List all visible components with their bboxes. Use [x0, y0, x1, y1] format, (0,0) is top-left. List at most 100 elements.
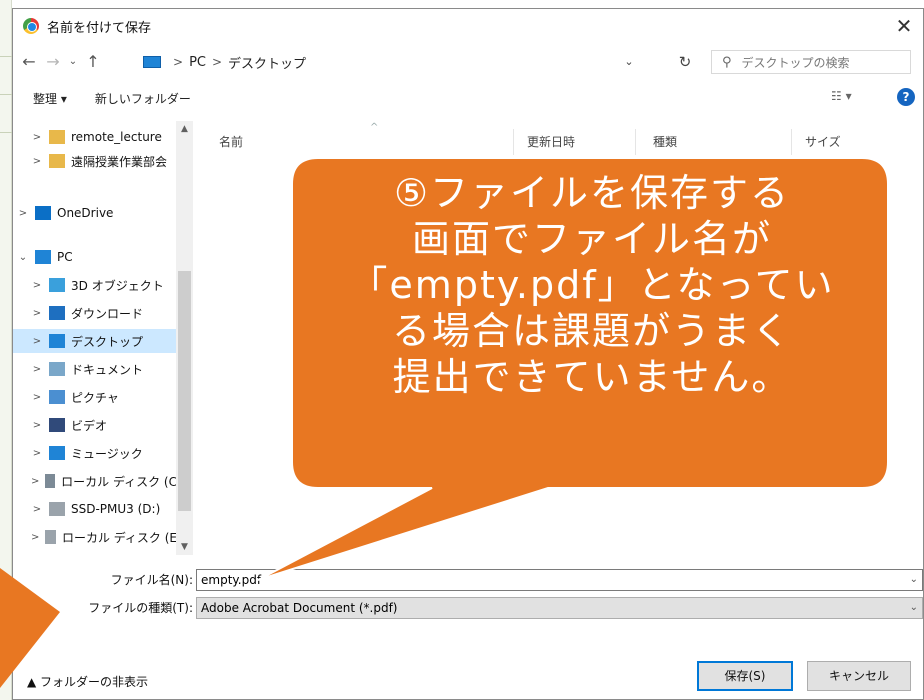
breadcrumb-separator: >	[173, 55, 184, 69]
recent-locations-icon[interactable]: ⌄	[65, 50, 81, 74]
refresh-icon[interactable]: ↻	[673, 49, 697, 75]
filename-dropdown-icon[interactable]: ⌄	[910, 570, 918, 590]
sidebar-item[interactable]: > OneDrive	[13, 201, 177, 225]
pc-icon	[35, 250, 51, 264]
sidebar-item-label: ピクチャ	[71, 390, 119, 405]
sidebar-item[interactable]: > remote_lecture	[13, 125, 177, 149]
sidebar-item[interactable]: > ドキュメント	[13, 357, 177, 381]
new-folder-button[interactable]: 新しいフォルダー	[95, 90, 191, 107]
up-arrow-icon[interactable]: ↑	[81, 50, 105, 74]
sidebar-item[interactable]: > ミュージック	[13, 441, 177, 465]
drive-icon	[45, 530, 56, 544]
monitor-icon	[143, 56, 161, 68]
chevron-icon[interactable]: >	[31, 336, 43, 347]
sidebar-item[interactable]: > ローカル ディスク (C	[13, 469, 177, 493]
chevron-icon[interactable]: >	[31, 280, 43, 291]
breadcrumb-desktop[interactable]: デスクトップ	[228, 53, 306, 72]
chevron-icon[interactable]: ⌄	[17, 252, 29, 263]
search-placeholder: デスクトップの検索	[741, 55, 850, 70]
sidebar-item[interactable]: > ピクチャ	[13, 385, 177, 409]
sidebar-item[interactable]: > 遠隔授業作業部会	[13, 149, 177, 173]
filename-row: ファイル名(N): empty.pdf ⌄	[13, 569, 923, 591]
dialog-title: 名前を付けて保存	[47, 20, 152, 36]
system-drive-icon	[45, 474, 56, 488]
chevron-icon[interactable]: >	[31, 476, 39, 487]
sidebar-item[interactable]: > ダウンロード	[13, 301, 177, 325]
forward-arrow-icon[interactable]: →	[41, 50, 65, 74]
scrollbar-thumb[interactable]	[178, 271, 191, 511]
callout-line: ⑤ファイルを保存する	[393, 171, 791, 215]
chevron-icon[interactable]: >	[17, 208, 29, 219]
back-arrow-icon[interactable]: ←	[17, 50, 41, 74]
address-dropdown-icon[interactable]: ⌄	[618, 49, 640, 75]
background-slide-edge	[0, 0, 12, 700]
chrome-icon	[23, 18, 39, 34]
scroll-up-icon[interactable]: ▲	[176, 121, 193, 137]
filename-label: ファイル名(N):	[110, 573, 193, 587]
save-button[interactable]: 保存(S)	[697, 661, 793, 691]
callout-line: 「empty.pdf」となってい	[349, 263, 835, 307]
title-bar: 名前を付けて保存 ✕	[13, 9, 923, 43]
filename-input[interactable]: empty.pdf ⌄	[196, 569, 923, 591]
sidebar-item[interactable]: > SSD-PMU3 (D:)	[13, 497, 177, 521]
chevron-icon[interactable]: >	[31, 532, 39, 543]
sidebar-item-label: デスクトップ	[71, 334, 144, 349]
help-icon[interactable]: ?	[897, 88, 915, 106]
sidebar-item-label: 遠隔授業作業部会	[71, 154, 168, 169]
sidebar-item-label: SSD-PMU3 (D:)	[71, 502, 161, 516]
chevron-icon[interactable]: >	[31, 504, 43, 515]
cube-icon	[49, 278, 65, 292]
cancel-button[interactable]: キャンセル	[807, 661, 911, 691]
sidebar-item-label: ドキュメント	[71, 362, 144, 377]
pictures-icon	[49, 390, 65, 404]
column-header-type[interactable]: 種類	[653, 133, 677, 150]
filetype-dropdown-icon[interactable]: ⌄	[910, 598, 918, 618]
chevron-icon[interactable]: >	[31, 308, 43, 319]
people-folder-icon	[49, 154, 65, 168]
search-icon: ⚲	[722, 54, 732, 70]
sidebar-item-label: ビデオ	[71, 418, 108, 433]
column-header-size[interactable]: サイズ	[805, 133, 841, 150]
sidebar-item[interactable]: > ビデオ	[13, 413, 177, 437]
address-bar[interactable]: > PC > デスクトップ	[143, 49, 653, 75]
chevron-icon[interactable]: >	[31, 392, 43, 403]
callout-line: る場合は課題がうまく	[391, 309, 792, 353]
filetype-value: Adobe Acrobat Document (*.pdf)	[201, 601, 398, 615]
breadcrumb-separator: >	[211, 55, 223, 69]
filetype-select[interactable]: Adobe Acrobat Document (*.pdf) ⌄	[196, 597, 923, 619]
usb-drive-icon	[49, 502, 65, 516]
organize-button[interactable]: 整理 ▾	[33, 90, 67, 107]
command-bar: 整理 ▾ 新しいフォルダー ☷ ▾ ?	[13, 83, 923, 113]
search-input[interactable]: ⚲ デスクトップの検索	[711, 50, 911, 74]
chevron-icon[interactable]: >	[31, 132, 43, 143]
sidebar-item[interactable]: > デスクトップ	[13, 329, 177, 353]
sidebar-item[interactable]: >3D オブジェクト	[13, 273, 177, 297]
documents-icon	[49, 362, 65, 376]
chevron-icon[interactable]: >	[31, 156, 43, 167]
close-icon[interactable]: ✕	[891, 13, 917, 39]
column-header-date[interactable]: 更新日時	[527, 133, 575, 150]
chevron-icon[interactable]: >	[31, 420, 43, 431]
cloud-icon	[35, 206, 51, 220]
callout-line: 画面でファイル名が	[411, 217, 772, 261]
chevron-icon[interactable]: >	[31, 448, 43, 459]
music-icon	[49, 446, 65, 460]
column-header-name[interactable]: 名前	[219, 133, 243, 150]
hide-folders-toggle[interactable]: ▲ フォルダーの非表示	[27, 673, 148, 690]
breadcrumb-pc[interactable]: PC	[189, 55, 206, 70]
callout-line: 提出できていません。	[392, 355, 792, 399]
filetype-row: ファイルの種類(T): Adobe Acrobat Document (*.pd…	[13, 597, 923, 619]
sidebar-item[interactable]: ⌄ PC	[13, 245, 177, 269]
address-row: ← → ⌄ ↑ > PC > デスクトップ ⌄ ↻ ⚲ デスクトップの検索	[13, 45, 923, 79]
filetype-label: ファイルの種類(T):	[88, 601, 193, 615]
navigation-scrollbar[interactable]: ▲ ▼	[176, 121, 193, 555]
sidebar-item[interactable]: > ローカル ディスク (E	[13, 525, 177, 549]
sidebar-item-label: 3D オブジェクト	[71, 278, 164, 293]
stage: 名前を付けて保存 ✕ ← → ⌄ ↑ > PC > デスクトップ ⌄ ↻ ⚲ デ…	[0, 0, 924, 700]
view-options-icon[interactable]: ☷ ▾	[831, 89, 852, 103]
sidebar-item-label: ダウンロード	[71, 306, 144, 321]
sidebar-item-label: ローカル ディスク (E	[61, 530, 177, 545]
sidebar-item-label: PC	[57, 250, 73, 264]
scroll-down-icon[interactable]: ▼	[176, 539, 193, 555]
chevron-icon[interactable]: >	[31, 364, 43, 375]
